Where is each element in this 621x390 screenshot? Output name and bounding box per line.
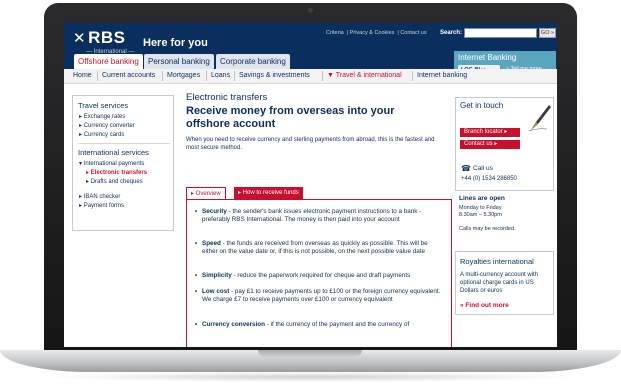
opening-times: 8.30am – 5.30pm bbox=[459, 212, 502, 218]
divider bbox=[162, 71, 163, 81]
tab-personal-banking[interactable]: Personal banking bbox=[144, 54, 214, 69]
royalties-heading: Royalties international bbox=[460, 257, 534, 266]
tab-offshore-banking[interactable]: Offshore banking bbox=[74, 54, 143, 69]
leftnav-heading-travel: Travel services bbox=[78, 101, 129, 110]
tab-overview[interactable]: ▸ Overview bbox=[186, 187, 226, 199]
intro-text: When you need to receive currency and st… bbox=[186, 137, 435, 151]
get-in-touch-heading: Get in touch bbox=[460, 101, 504, 110]
divider bbox=[412, 71, 413, 81]
laptop-shadow bbox=[40, 372, 581, 382]
page-heading: Receive money from overseas into your of… bbox=[186, 105, 395, 130]
lines-open-heading: Lines are open bbox=[459, 195, 505, 202]
laptop-notch bbox=[258, 350, 362, 357]
opening-days: Monday to Friday bbox=[459, 205, 502, 211]
camera-icon bbox=[308, 8, 313, 13]
tagline: Here for you bbox=[143, 37, 208, 49]
subnav-current-accounts[interactable]: Current accounts bbox=[102, 72, 155, 79]
divider bbox=[322, 71, 323, 81]
leftnav-item-exchange-rates[interactable]: ▸ Exchange rates bbox=[79, 113, 125, 120]
util-link-criteria[interactable]: Criteria bbox=[326, 30, 344, 36]
subnav-loans[interactable]: Loans bbox=[211, 72, 230, 79]
rbs-logo[interactable]: ✕ RBS bbox=[73, 28, 125, 48]
leftnav-item-iban-checker[interactable]: ▸ IBAN checker bbox=[79, 193, 120, 200]
opening-hours: Lines are open Monday to Friday 8.30am –… bbox=[455, 191, 554, 246]
subnav-travel-international[interactable]: ▼ Travel & international bbox=[327, 72, 402, 79]
leftnav-item-currency-cards[interactable]: ▸ Currency cards bbox=[79, 131, 124, 138]
leftnav-heading-international: International services bbox=[78, 148, 149, 157]
sub-navigation: Home Current accounts Mortgages Loans Sa… bbox=[64, 69, 557, 84]
left-navigation: Travel services ▸ Exchange rates ▸ Curre… bbox=[72, 95, 174, 231]
calls-recorded-note: Calls may be recorded. bbox=[459, 226, 516, 232]
divider bbox=[97, 71, 98, 81]
list-item: Speed - the funds are received from over… bbox=[195, 240, 442, 257]
leftnav-item-drafts-cheques[interactable]: ▸ Drafts and cheques bbox=[86, 178, 143, 185]
screen: ✕ RBS — International — Here for you Crit… bbox=[64, 23, 557, 347]
list-item: Currency conversion - if the currency of… bbox=[195, 321, 442, 330]
internet-banking-title: Internet Banking bbox=[458, 53, 517, 62]
call-us-label: Call us bbox=[473, 165, 493, 172]
search-label: Search: bbox=[440, 30, 463, 36]
royalties-text: A multi-currency account with optional c… bbox=[460, 272, 539, 294]
subnav-internet-banking[interactable]: Internet banking bbox=[417, 72, 467, 79]
util-link-contact[interactable]: Contact us bbox=[400, 30, 426, 36]
list-item: Simplicity - reduce the paperwork requir… bbox=[195, 272, 442, 281]
phone-icon: ☎ bbox=[461, 164, 471, 173]
subnav-home[interactable]: Home bbox=[73, 72, 92, 79]
phone-number: +44 (0) 1534 286850 bbox=[461, 176, 517, 182]
royalties-box: Royalties international A multi-currency… bbox=[455, 251, 554, 315]
leftnav-item-currency-converter[interactable]: ▸ Currency converter bbox=[79, 122, 135, 129]
list-item: Security - the sender's bank issues elec… bbox=[195, 208, 442, 225]
leftnav-item-payment-forms[interactable]: ▸ Payment forms bbox=[79, 202, 124, 209]
contact-us-button[interactable]: Contact us ▸ bbox=[460, 140, 520, 149]
find-out-more-link[interactable]: » Find out more bbox=[460, 302, 509, 309]
subnav-savings[interactable]: Savings & investments bbox=[239, 72, 310, 79]
fountain-pen-icon bbox=[528, 105, 551, 132]
overview-panel: Security - the sender's bank issues elec… bbox=[186, 199, 452, 347]
utility-links: Criteria | Privacy & Cookies | Contact us bbox=[326, 30, 427, 36]
page-title: Electronic transfers bbox=[186, 92, 268, 103]
rbs-daisy-icon: ✕ bbox=[73, 30, 87, 47]
search-input[interactable] bbox=[464, 28, 537, 38]
branch-locator-button[interactable]: Branch locator ▸ bbox=[460, 128, 520, 137]
list-item: Low cost - pay £1 to receive payments up… bbox=[195, 288, 442, 305]
util-link-privacy[interactable]: Privacy & Cookies bbox=[350, 30, 395, 36]
tab-how-to-receive-funds[interactable]: ▸ How to receive funds bbox=[234, 187, 303, 199]
tab-corporate-banking[interactable]: Corporate banking bbox=[216, 54, 290, 69]
divider bbox=[78, 143, 170, 144]
subnav-mortgages[interactable]: Mortgages bbox=[167, 72, 200, 79]
get-in-touch-box: Get in touch Branch locator ▸ Contact us… bbox=[455, 97, 554, 191]
divider bbox=[234, 71, 235, 81]
divider bbox=[206, 71, 207, 81]
search-go-button[interactable]: GO » bbox=[539, 28, 556, 38]
leftnav-item-international-payments[interactable]: ▾ International payments bbox=[79, 160, 144, 167]
leftnav-item-electronic-transfers[interactable]: ▸ Electronic transfers bbox=[86, 169, 147, 176]
